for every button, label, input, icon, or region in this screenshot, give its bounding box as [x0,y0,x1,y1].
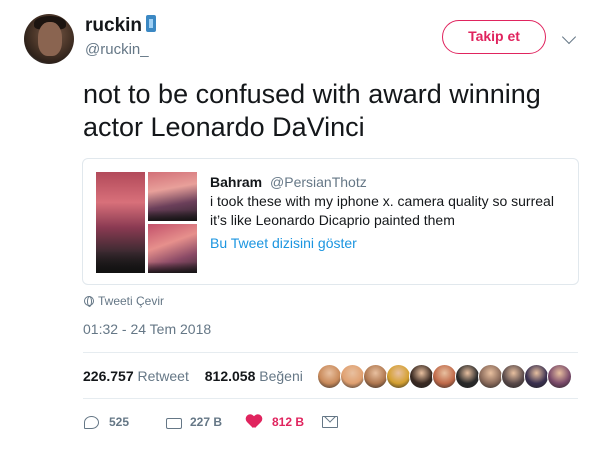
liker-avatar[interactable] [455,364,480,389]
user-display-name[interactable]: ruckin [85,15,157,37]
sunset-photo-thumbnail[interactable] [148,172,197,221]
retweet-stat[interactable]: 226.757 Retweet [83,368,189,384]
retweet-button[interactable]: 227 B [164,410,222,434]
liker-avatar[interactable] [386,364,411,389]
heart-icon [246,415,262,429]
reply-icon [84,415,99,429]
user-avatar[interactable] [24,14,74,64]
mobile-phone-icon [146,15,157,32]
translate-label: Tweeti Çevir [98,294,165,308]
follow-button[interactable]: Takip et [442,20,546,54]
tweet-header: ruckin @ruckin_ Takip et [24,12,584,68]
liker-avatar[interactable] [432,364,457,389]
quoted-author-handle[interactable]: @PersianThotz [270,174,367,190]
divider [83,352,578,353]
liker-avatar[interactable] [547,364,572,389]
avatar-face [38,22,62,56]
retweet-count: 226.757 [83,368,134,384]
reply-button[interactable]: 525 [84,410,129,434]
sunset-photo-thumbnail[interactable] [96,172,145,273]
engagement-stats: 226.757 Retweet 812.058 Beğeni [83,368,303,384]
liker-avatar[interactable] [478,364,503,389]
divider [83,398,578,399]
tweet-actions: 525 227 B 812 B [84,410,384,434]
user-handle[interactable]: @ruckin_ [85,41,149,58]
envelope-icon [322,416,338,428]
liker-avatar[interactable] [317,364,342,389]
retweet-label: Retweet [137,368,189,384]
reply-count: 525 [109,415,130,429]
liker-avatar[interactable] [524,364,549,389]
chevron-down-icon[interactable] [561,29,577,45]
sunset-photo-thumbnail[interactable] [148,224,197,273]
retweet-icon [164,416,182,429]
liker-avatar[interactable] [409,364,434,389]
quoted-author[interactable]: Bahram @PersianThotz [210,174,367,190]
quoted-media-grid[interactable] [96,172,197,273]
quoted-author-name[interactable]: Bahram [210,174,262,190]
globe-icon [84,296,94,307]
like-count: 812.058 [204,368,256,384]
retweet-action-count: 227 B [190,415,223,429]
translate-tweet-link[interactable]: Tweeti Çevir [84,294,164,308]
quoted-tweet-card[interactable]: Bahram @PersianThotz i took these with m… [82,158,579,285]
tweet-timestamp[interactable]: 01:32 - 24 Tem 2018 [83,321,211,337]
like-action-count: 812 B [272,415,305,429]
tweet-text: not to be confused with award winning ac… [83,79,541,142]
direct-message-button[interactable] [322,410,338,434]
quoted-tweet-text: i took these with my iphone x. camera qu… [210,193,554,228]
show-thread-link[interactable]: Bu Tweet dizisini göster [210,235,357,251]
like-label: Beğeni [259,368,303,384]
like-stat[interactable]: 812.058 Beğeni [205,368,303,384]
liker-avatar[interactable] [340,364,365,389]
like-button[interactable]: 812 B [246,410,304,434]
liker-avatar[interactable] [501,364,526,389]
liker-avatar[interactable] [363,364,388,389]
